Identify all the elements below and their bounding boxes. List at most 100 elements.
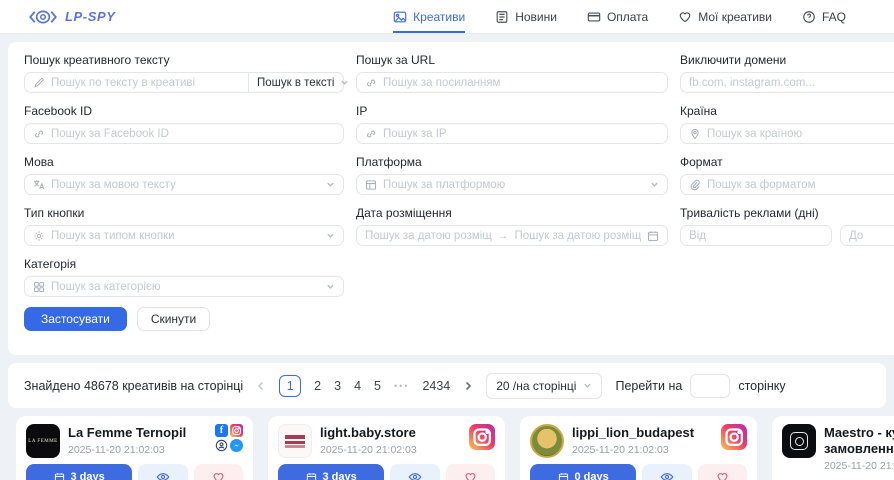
translate-icon (33, 179, 45, 191)
next-page-button[interactable] (463, 381, 473, 391)
view-button[interactable] (390, 464, 439, 480)
category-select[interactable] (24, 276, 344, 297)
instagram-icon (469, 424, 495, 450)
nav-tab-label: Новини (515, 10, 557, 24)
result-card: LA FEMME La Femme Ternopil 2025-11-20 21… (16, 416, 253, 480)
field-exclude-domains: Виключити домени (680, 54, 894, 93)
card-title[interactable]: La Femme Ternopil (68, 425, 207, 441)
days-button[interactable]: 0 days (530, 464, 636, 480)
nav-tab-faq[interactable]: FAQ (802, 0, 846, 33)
eye-icon (156, 470, 170, 480)
pages-ellipsis[interactable]: ••• (394, 381, 409, 391)
avatar (278, 424, 312, 458)
grid-icon (33, 281, 45, 293)
nav-tab-my-creatives[interactable]: Мої креативи (678, 0, 772, 33)
apply-button[interactable]: Застосувати (24, 307, 127, 331)
country-input[interactable] (707, 128, 894, 140)
instagram-icon (230, 424, 243, 437)
facebook-id-input[interactable] (51, 128, 335, 140)
news-icon (495, 10, 509, 24)
eye-icon (408, 470, 422, 480)
field-label: Тип кнопки (24, 207, 344, 220)
heart-icon (464, 471, 477, 480)
field-placement-date: Дата розміщення → (356, 207, 668, 246)
logo[interactable]: LP-SPY (28, 0, 116, 33)
field-language: Мова (24, 156, 344, 195)
heart-icon (716, 471, 729, 480)
result-card: Maestro - кухні, ме замовлення в Ужго 20… (772, 416, 894, 480)
date-from-input[interactable] (365, 230, 492, 242)
field-label: Тривалість реклами (дні) (680, 207, 894, 220)
field-ip: IP (356, 105, 668, 144)
language-input[interactable] (51, 179, 320, 191)
like-button[interactable] (446, 464, 495, 480)
card-timestamp: 2025-11-20 21:02:03 (68, 444, 207, 456)
date-range-picker[interactable]: → (356, 225, 668, 246)
goto-page-input[interactable] (690, 374, 730, 398)
category-input[interactable] (51, 281, 320, 293)
field-duration: Тривалість реклами (дні) (680, 207, 894, 246)
credit-card-icon (587, 10, 601, 24)
nav-tab-payment[interactable]: Оплата (587, 0, 648, 33)
page-1[interactable]: 1 (279, 375, 301, 397)
field-category: Категорія (24, 258, 344, 297)
days-button[interactable]: 3 days (278, 464, 384, 480)
page-2[interactable]: 2 (314, 379, 321, 393)
days-button[interactable]: 3 days (26, 464, 132, 480)
url-input[interactable] (383, 77, 659, 89)
logo-text: LP-SPY (65, 9, 116, 24)
heart-icon (212, 471, 225, 480)
page-last[interactable]: 2434 (422, 379, 450, 393)
link-icon (33, 128, 45, 140)
date-to-input[interactable] (515, 230, 642, 242)
field-format: Формат (680, 156, 894, 195)
location-pin-icon (689, 128, 701, 140)
platform-select[interactable] (356, 174, 668, 195)
chevron-down-icon (326, 231, 335, 240)
creative-text-input[interactable] (51, 77, 240, 89)
format-input[interactable] (707, 179, 894, 191)
field-facebook-id: Facebook ID (24, 105, 344, 144)
chevron-down-icon (650, 180, 659, 189)
page-size-select[interactable]: 20 /на сторінці (486, 373, 602, 399)
view-button[interactable] (642, 464, 691, 480)
messenger-icon (230, 439, 243, 452)
button-type-select[interactable] (24, 225, 344, 246)
page-4[interactable]: 4 (354, 379, 361, 393)
card-title[interactable]: Maestro - кухні, ме замовлення в Ужго (824, 425, 894, 457)
reset-button[interactable]: Скинути (137, 307, 210, 331)
nav-tab-creatives[interactable]: Креативи (393, 0, 465, 33)
ip-input[interactable] (383, 128, 659, 140)
language-select[interactable] (24, 174, 344, 195)
goto-prefix: Перейти на (615, 379, 682, 393)
like-button[interactable] (698, 464, 747, 480)
text-search-mode-select[interactable]: Пошук в тексті (248, 72, 344, 93)
filters-panel: Пошук креативного тексту Пошук в тексті … (8, 42, 894, 355)
exclude-domains-input[interactable] (689, 77, 894, 89)
calendar-icon (54, 472, 65, 480)
link-icon (365, 128, 377, 140)
prev-page-button[interactable] (256, 381, 266, 391)
card-title[interactable]: lippi_lion_budapest (572, 425, 713, 441)
duration-to-input[interactable] (849, 230, 894, 242)
duration-from-input[interactable] (689, 230, 823, 242)
card-title[interactable]: light.baby.store (320, 425, 461, 441)
field-button-type: Тип кнопки (24, 207, 344, 246)
page-3[interactable]: 3 (334, 379, 341, 393)
nav-tab-label: FAQ (822, 10, 846, 24)
platform-input[interactable] (383, 179, 644, 191)
nav-tab-news[interactable]: Новини (495, 0, 557, 33)
field-label: Пошук за URL (356, 54, 668, 67)
button-type-input[interactable] (51, 230, 320, 242)
field-label: Категорія (24, 258, 344, 271)
avatar (530, 424, 564, 458)
heart-icon (678, 10, 692, 24)
view-button[interactable] (138, 464, 187, 480)
page-5[interactable]: 5 (374, 379, 381, 393)
result-card: lippi_lion_budapest 2025-11-20 21:02:03 … (520, 416, 757, 480)
chevron-down-icon (326, 282, 335, 291)
field-platform: Платформа (356, 156, 668, 195)
chevron-right-icon (463, 381, 473, 391)
pencil-icon (33, 77, 45, 89)
like-button[interactable] (194, 464, 243, 480)
